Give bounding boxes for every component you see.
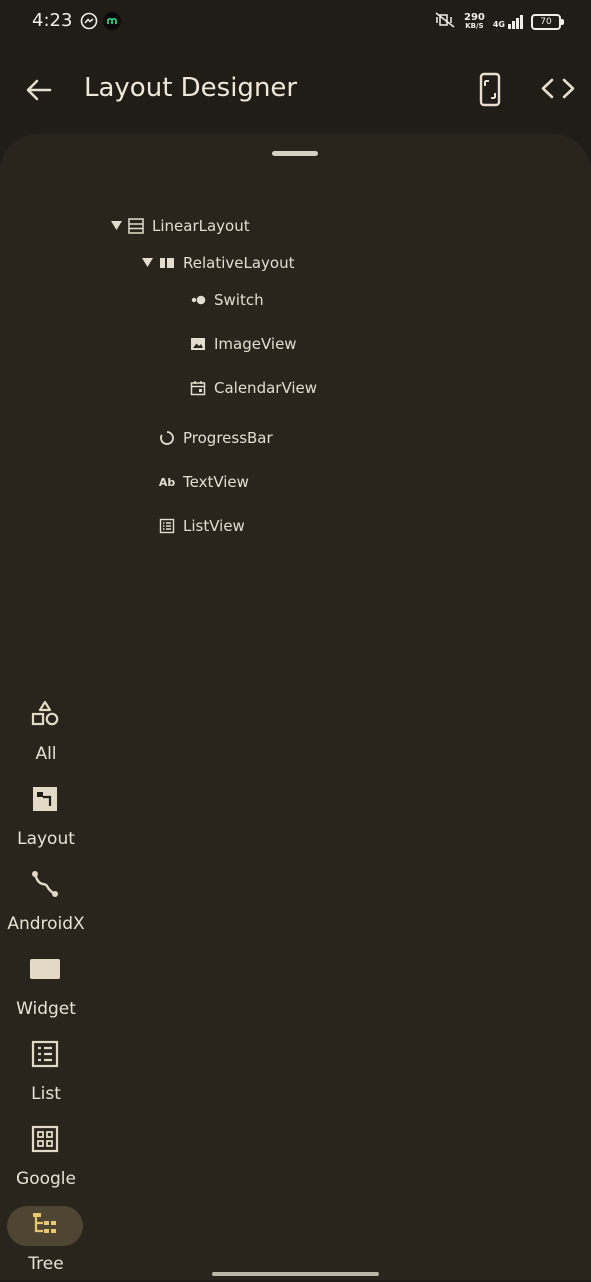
rail-active-indicator xyxy=(7,1206,83,1246)
rail-item-label: Google xyxy=(16,1169,76,1189)
tree-item-listview[interactable]: ListView xyxy=(159,511,245,541)
progress-icon xyxy=(159,430,175,446)
layout-icon xyxy=(30,784,60,818)
drag-handle[interactable] xyxy=(272,151,318,156)
network-type: 4G xyxy=(492,20,505,29)
expand-arrow-icon[interactable] xyxy=(110,221,122,231)
grid-icon xyxy=(30,1124,60,1158)
rail-icon-container xyxy=(7,696,83,736)
net-speed-value: 290 xyxy=(463,12,485,23)
rail-item-label: Layout xyxy=(17,829,75,849)
widget-icon xyxy=(29,956,61,986)
tree-item-imageview[interactable]: ImageView xyxy=(190,329,297,359)
rail-icon-container xyxy=(7,1121,83,1161)
relative-layout-icon xyxy=(159,255,175,271)
arrow-back-icon xyxy=(20,79,60,114)
rail-item-label: Tree xyxy=(28,1254,64,1274)
tree-item-label: TextView xyxy=(183,473,249,491)
phone-device-icon xyxy=(470,72,510,114)
tree-item-relativelayout[interactable]: RelativeLayout xyxy=(141,248,294,278)
tree-icon xyxy=(31,1211,59,1241)
switch-icon xyxy=(190,292,206,308)
app-bar: Layout Designer xyxy=(0,56,591,124)
rail-item-label: AndroidX xyxy=(7,914,85,934)
system-gesture-bar[interactable] xyxy=(212,1272,379,1276)
rail-icon-container xyxy=(7,781,83,821)
rail-item-list[interactable]: List xyxy=(0,1032,92,1112)
tree-item-switch[interactable]: Switch xyxy=(190,285,264,315)
tree-item-label: Switch xyxy=(214,291,264,309)
text-icon: Ab xyxy=(158,475,176,489)
code-icon xyxy=(538,78,578,114)
tree-item-label: ProgressBar xyxy=(183,429,273,447)
rail-item-widget[interactable]: Widget xyxy=(0,947,92,1027)
tree-item-label: LinearLayout xyxy=(152,217,250,235)
calendar-icon xyxy=(190,380,206,396)
battery-icon: 70 xyxy=(531,14,564,30)
expand-arrow-icon[interactable] xyxy=(141,258,153,268)
rail-item-tree[interactable]: Tree xyxy=(0,1202,92,1282)
view-code-button[interactable] xyxy=(538,70,578,110)
tree-item-label: ImageView xyxy=(214,335,297,353)
back-button[interactable] xyxy=(20,70,60,110)
messenger-icon xyxy=(80,12,98,30)
tree-item-calendarview[interactable]: CalendarView xyxy=(190,373,317,403)
rail-item-google[interactable]: Google xyxy=(0,1117,92,1197)
tree-item-progressbar[interactable]: ProgressBar xyxy=(159,423,273,453)
tree-item-linearlayout[interactable]: LinearLayout xyxy=(110,211,250,241)
rail-icon-container xyxy=(7,1036,83,1076)
net-speed: 290 KB/S xyxy=(464,13,485,31)
page-title: Layout Designer xyxy=(84,73,298,103)
status-bar: 4:23 290 KB/S 4G 70 xyxy=(0,0,591,44)
list-icon xyxy=(30,1039,60,1073)
rail-item-label: List xyxy=(31,1084,61,1104)
mute-vibrate-icon xyxy=(434,11,456,33)
rail-item-all[interactable]: All xyxy=(0,692,92,772)
curve-icon xyxy=(29,868,61,904)
signal-icon: 4G xyxy=(493,15,523,29)
net-speed-unit: KB/S xyxy=(465,22,484,30)
image-icon xyxy=(190,336,206,352)
device-preview-button[interactable] xyxy=(470,70,510,110)
rail-icon-container xyxy=(7,951,83,991)
tree-item-label: ListView xyxy=(183,517,245,535)
rail-icon-container xyxy=(7,866,83,906)
rail-item-androidx[interactable]: AndroidX xyxy=(0,862,92,942)
list-icon xyxy=(159,518,175,534)
tree-item-label: CalendarView xyxy=(214,379,318,397)
battery-level: 70 xyxy=(540,17,552,27)
rail-item-layout[interactable]: Layout xyxy=(0,777,92,857)
linear-layout-icon xyxy=(128,218,144,234)
rail-item-label: All xyxy=(35,744,57,764)
app-m-icon xyxy=(103,12,121,30)
tree-item-label: RelativeLayout xyxy=(183,254,295,272)
tree-item-textview[interactable]: Ab TextView xyxy=(159,467,249,497)
rail-item-label: Widget xyxy=(16,999,76,1019)
shapes-icon xyxy=(30,699,60,733)
status-time: 4:23 xyxy=(32,10,73,31)
